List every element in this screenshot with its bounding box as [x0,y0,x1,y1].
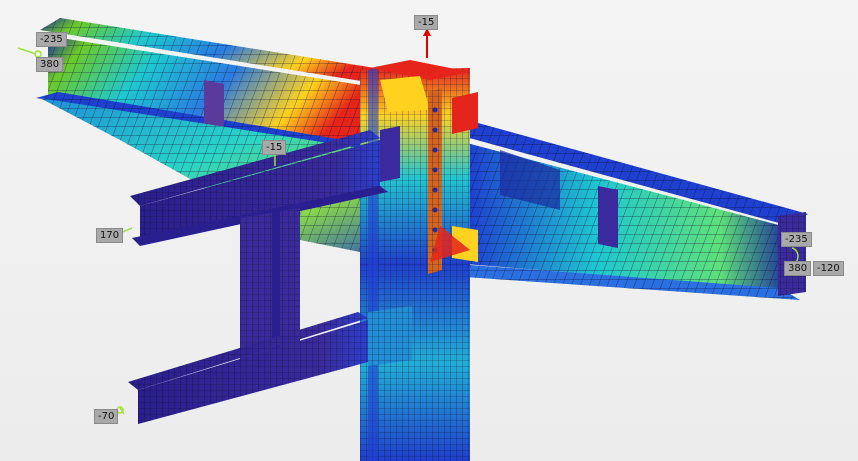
vertical-force-arrow-icon [423,28,431,58]
load-label-right-beam-top: -235 [781,232,812,247]
fea-viewport[interactable]: -15 -235 380 -15 170 -70 -235 380 -120 [0,0,858,461]
load-label-left-beam-bottom: 380 [36,57,64,72]
load-label-top-vertical: -15 [414,15,439,30]
load-label-right-beam-bottom: 380 [784,261,812,276]
column [360,60,478,461]
load-label-lower-secondary-end: -70 [94,409,119,424]
fea-model-render[interactable] [0,0,858,461]
load-label-upper-secondary: -15 [262,140,287,155]
load-label-left-beam-top: -235 [36,32,67,47]
load-label-upper-secondary-end: 170 [96,228,124,243]
main-beam-right [430,118,808,300]
load-label-right-beam-side: -120 [813,261,844,276]
